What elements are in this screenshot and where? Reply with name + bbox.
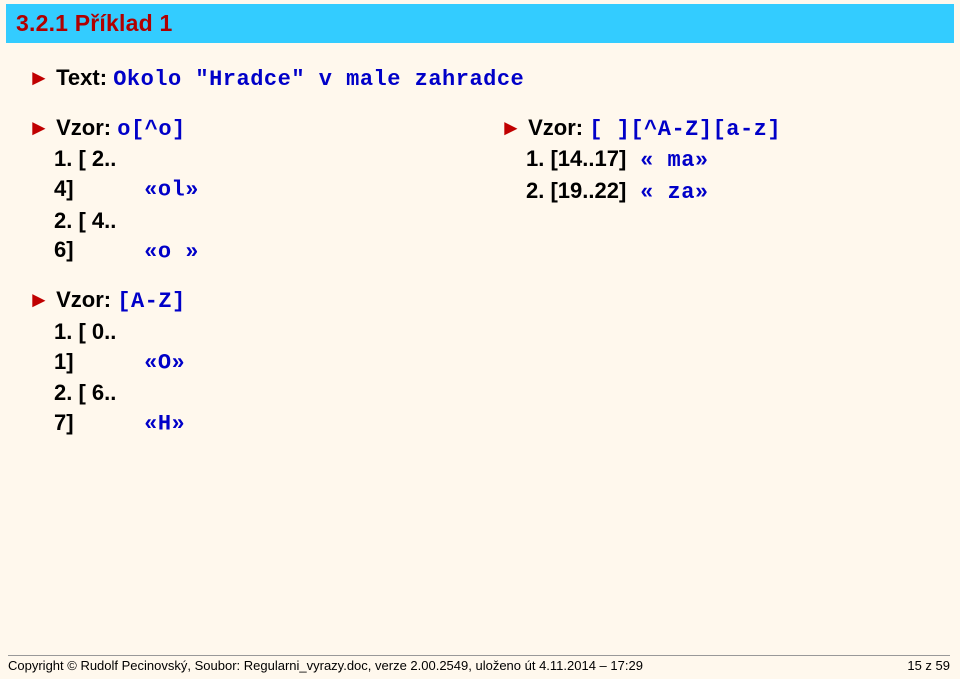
result-index: 2. [19..22]	[526, 176, 634, 206]
left-column: ► Vzor: o[^o] 1. [ 2.. 4] «ol» 2. [ 4.. …	[28, 113, 460, 458]
result-index: 1. [ 2.. 4]	[54, 144, 138, 203]
text-value: Okolo "Hradce" v male zahradce	[113, 67, 524, 92]
text-entry: ► Text: Okolo "Hradce" v male zahradce	[28, 63, 944, 95]
result-value: «o »	[144, 239, 199, 264]
slide-page: { "heading": "3.2.1 Příklad 1", "text_la…	[0, 0, 960, 679]
footer: Copyright © Rudolf Pecinovský, Soubor: R…	[8, 655, 950, 673]
bullet-icon: ►	[500, 113, 522, 143]
result-value: «H»	[144, 412, 185, 437]
vzor-label: Vzor:	[528, 115, 583, 140]
result-line: 2. [ 6.. 7] «H»	[54, 378, 460, 439]
vzor-value: [A-Z]	[117, 289, 186, 314]
result-line: 1. [ 2.. 4] «ol»	[54, 144, 460, 205]
result-index: 1. [14..17]	[526, 144, 634, 174]
bullet-icon: ►	[28, 63, 50, 93]
result-line: 2. [ 4.. 6] «o »	[54, 206, 460, 267]
result-index: 2. [ 4.. 6]	[54, 206, 138, 265]
footer-left: Copyright © Rudolf Pecinovský, Soubor: R…	[8, 658, 643, 673]
result-index: 1. [ 0.. 1]	[54, 317, 138, 376]
result-value: « za»	[640, 180, 709, 205]
right-column: ► Vzor: [ ][^A-Z][a-z] 1. [14..17] « ma»…	[500, 113, 944, 458]
result-line: 1. [ 0.. 1] «O»	[54, 317, 460, 378]
text-label: Text:	[56, 65, 107, 90]
pattern-block-3: ► Vzor: [ ][^A-Z][a-z] 1. [14..17] « ma»…	[500, 113, 944, 208]
vzor-label: Vzor:	[56, 115, 111, 140]
bullet-icon: ►	[28, 113, 50, 143]
result-line: 1. [14..17] « ma»	[526, 144, 944, 176]
columns: ► Vzor: o[^o] 1. [ 2.. 4] «ol» 2. [ 4.. …	[28, 113, 944, 458]
pattern-block-1: ► Vzor: o[^o] 1. [ 2.. 4] «ol» 2. [ 4.. …	[28, 113, 460, 267]
vzor-value: [ ][^A-Z][a-z]	[589, 117, 781, 142]
vzor-label: Vzor:	[56, 287, 111, 312]
section-heading: 3.2.1 Příklad 1	[6, 4, 954, 43]
result-value: «ol»	[144, 178, 199, 203]
result-value: « ma»	[640, 148, 709, 173]
result-line: 2. [19..22] « za»	[526, 176, 944, 208]
pattern-block-2: ► Vzor: [A-Z] 1. [ 0.. 1] «O» 2. [ 6.. 7…	[28, 285, 460, 439]
result-value: «O»	[144, 351, 185, 376]
slide-body: ► Text: Okolo "Hradce" v male zahradce ►…	[6, 43, 954, 458]
bullet-icon: ►	[28, 285, 50, 315]
result-index: 2. [ 6.. 7]	[54, 378, 138, 437]
footer-right: 15 z 59	[907, 658, 950, 673]
vzor-value: o[^o]	[117, 117, 186, 142]
